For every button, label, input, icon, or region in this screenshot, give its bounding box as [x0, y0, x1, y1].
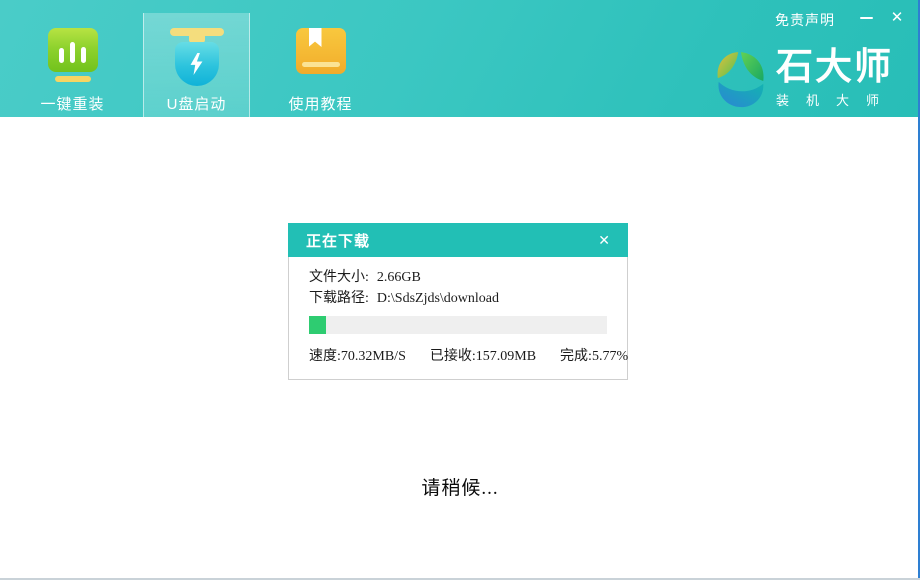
usb-shield-body — [175, 42, 219, 86]
book-icon — [296, 28, 346, 86]
download-stats: 速度:70.32MB/S 已接收:157.09MB 完成:5.77% — [309, 345, 607, 365]
chart-bar-icon — [70, 42, 75, 63]
logo-subtitle: 装机大师 — [776, 90, 896, 109]
close-button[interactable]: ✕ — [886, 6, 908, 28]
chart-board-base — [55, 76, 91, 82]
tab-usb-boot[interactable]: U盘启动 — [143, 13, 250, 117]
completed-value: 5.77% — [592, 349, 628, 364]
logo-swirl-icon — [715, 51, 767, 109]
file-size-label: 文件大小: — [309, 270, 369, 285]
nav-tabs: 一键重装 U盘启动 — [19, 0, 374, 117]
speed-value: 70.32MB/S — [341, 349, 406, 364]
lightning-icon — [188, 52, 205, 76]
tab-one-key-reinstall[interactable]: 一键重装 — [19, 13, 126, 117]
speed-stat: 速度:70.32MB/S — [309, 345, 406, 365]
download-path-row: 下载路径: D:\SdsZjds\download — [309, 288, 607, 309]
tab-label-one-key-reinstall: 一键重装 — [40, 93, 104, 114]
wait-message: 请稍候... — [0, 473, 920, 500]
received-label: 已接收: — [430, 349, 476, 364]
progress-bar — [309, 316, 607, 334]
app-header: 一键重装 U盘启动 — [0, 0, 920, 117]
completed-stat: 完成:5.77% — [560, 345, 628, 365]
book-pages-stripe — [302, 62, 340, 67]
tab-tutorial[interactable]: 使用教程 — [267, 13, 374, 117]
received-stat: 已接收:157.09MB — [430, 345, 536, 365]
minimize-icon — [860, 17, 873, 19]
chart-bar-icon — [81, 47, 86, 63]
usb-shield-icon — [170, 28, 224, 86]
download-path-value: D:\SdsZjds\download — [377, 291, 499, 306]
logo-title: 石大师 — [776, 46, 896, 88]
disclaimer-link[interactable]: 免责声明 — [775, 10, 835, 30]
file-size-row: 文件大小: 2.66GB — [309, 267, 607, 288]
app-logo: 石大师 装机大师 — [715, 46, 896, 109]
completed-label: 完成: — [560, 349, 592, 364]
minimize-button[interactable] — [856, 8, 876, 28]
speed-label: 速度: — [309, 349, 341, 364]
dialog-close-button[interactable]: ✕ — [594, 230, 614, 251]
logo-text: 石大师 装机大师 — [776, 46, 896, 109]
app-window: 一键重装 U盘启动 — [0, 0, 920, 580]
dialog-header: 正在下载 ✕ — [288, 223, 628, 257]
chart-bar-icon — [59, 48, 64, 63]
usb-cap-icon — [170, 28, 224, 36]
file-size-value: 2.66GB — [377, 270, 421, 285]
download-dialog: 正在下载 ✕ 文件大小: 2.66GB 下载路径: D:\SdsZjds\downl… — [288, 223, 628, 380]
bookmark-icon — [309, 28, 322, 47]
book-icon-body — [296, 28, 346, 74]
dialog-body: 文件大小: 2.66GB 下载路径: D:\SdsZjds\download 速度:… — [288, 257, 628, 380]
tab-label-tutorial: 使用教程 — [288, 93, 352, 114]
chart-board-icon-body — [48, 28, 98, 72]
tab-label-usb-boot: U盘启动 — [167, 93, 227, 114]
dialog-title: 正在下载 — [306, 230, 370, 251]
download-path-label: 下载路径: — [309, 291, 369, 306]
chart-board-icon — [48, 28, 98, 86]
progress-fill — [309, 316, 326, 334]
received-value: 157.09MB — [476, 349, 536, 364]
